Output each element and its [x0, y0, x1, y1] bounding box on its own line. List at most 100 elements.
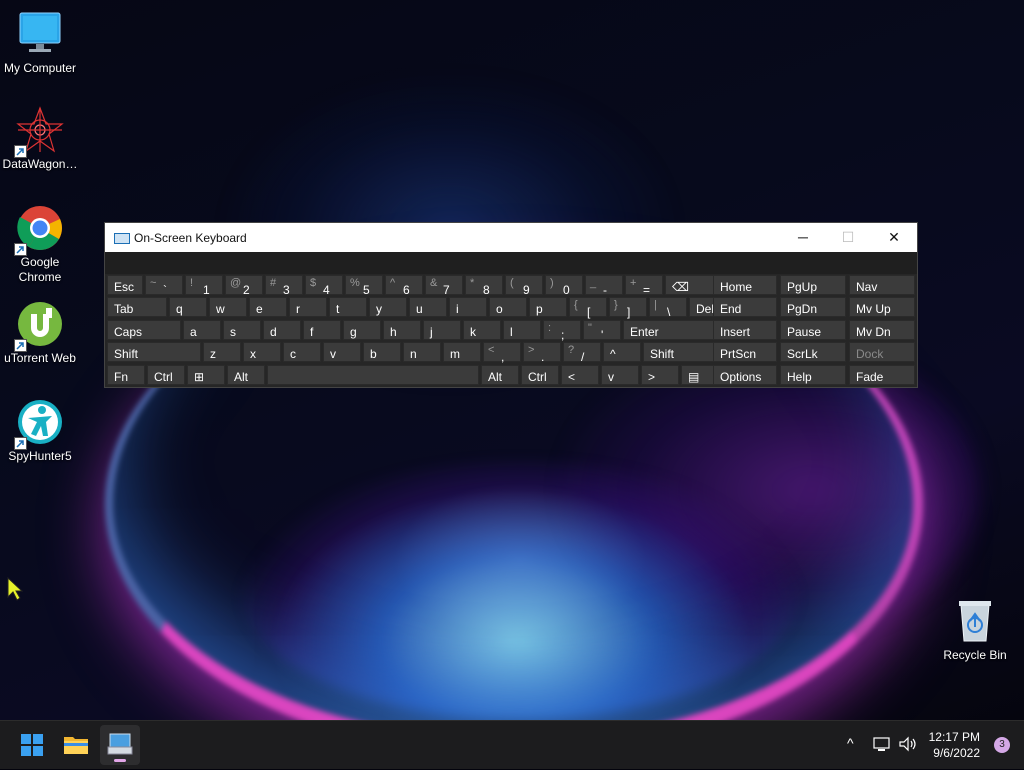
start-button[interactable] — [12, 725, 52, 765]
key-symbol[interactable]: ⊞ — [187, 364, 225, 385]
key-9[interactable]: (9 — [505, 275, 543, 297]
key-=[interactable]: + = — [625, 275, 663, 297]
key-v[interactable]: v — [601, 364, 639, 385]
key-options[interactable]: Options — [713, 364, 777, 385]
key-v[interactable]: v — [323, 342, 361, 363]
key-main-label: [ — [587, 305, 591, 320]
key-b[interactable]: b — [363, 342, 401, 363]
key-label: a — [190, 324, 197, 339]
key-s[interactable]: s — [223, 319, 261, 340]
osk-taskbar-button[interactable] — [100, 725, 140, 765]
key-space[interactable] — [267, 364, 479, 385]
key-symbol[interactable]: < — [561, 364, 599, 385]
key-l[interactable]: l — [503, 319, 541, 340]
key-2[interactable]: @2 — [225, 275, 263, 297]
key-6[interactable]: ^ 6 — [385, 275, 423, 297]
key-scrlk[interactable]: ScrLk — [780, 342, 846, 363]
desktop-icon-utorrent-web[interactable]: uTorrent Web — [0, 300, 80, 366]
key-4[interactable]: $4 — [305, 275, 343, 297]
key-symbol[interactable]: > — [641, 364, 679, 385]
key-n[interactable]: n — [403, 342, 441, 363]
key-enter[interactable]: Enter — [623, 319, 727, 340]
close-button[interactable]: ✕ — [871, 223, 917, 252]
key-][interactable]: }] — [609, 297, 647, 319]
on-screen-keyboard-window[interactable]: On-Screen Keyboard ─ ☐ ✕ Esc ~ `! 1 @2 #3 $4% 5… — [104, 222, 918, 388]
key-a[interactable]: a — [183, 319, 221, 340]
key-,[interactable]: <, — [483, 342, 521, 364]
key-nav[interactable]: Nav — [849, 275, 915, 295]
key-shift[interactable]: Shift — [107, 342, 201, 363]
key-k[interactable]: k — [463, 319, 501, 340]
desktop-icon-google-chrome[interactable]: Google Chrome — [0, 204, 80, 285]
key-0[interactable]: ) 0 — [545, 275, 583, 297]
window-titlebar[interactable]: On-Screen Keyboard ─ ☐ ✕ — [105, 223, 917, 252]
key-g[interactable]: g — [343, 319, 381, 340]
key-mv-dn[interactable]: Mv Dn — [849, 319, 915, 340]
key--[interactable]: _ - — [585, 275, 623, 297]
key-[[interactable]: {[ — [569, 297, 607, 320]
key-3[interactable]: #3 — [265, 275, 303, 297]
key-backslash[interactable]: | \ — [649, 297, 687, 319]
key-pgdn[interactable]: PgDn — [780, 297, 846, 318]
key-r[interactable]: r — [289, 297, 327, 318]
key-c[interactable]: c — [283, 342, 321, 363]
key-.[interactable]: >. — [523, 342, 561, 364]
desktop-icon-recycle-bin[interactable]: Recycle Bin — [935, 597, 1015, 663]
key-pause[interactable]: Pause — [780, 319, 846, 340]
key-z[interactable]: z — [203, 342, 241, 363]
network-icon[interactable] — [872, 735, 892, 753]
key-x[interactable]: x — [243, 342, 281, 363]
minimize-button[interactable]: ─ — [780, 223, 826, 252]
clock[interactable]: 12:17 PM 9/6/2022 — [929, 729, 980, 761]
desktop-icon-my-computer[interactable]: My Computer — [0, 10, 80, 76]
file-explorer-button[interactable] — [56, 725, 96, 765]
key-prtscn[interactable]: PrtScn — [713, 342, 777, 363]
desktop-icon-label: SpyHunter5 — [8, 449, 72, 463]
key-/[interactable]: ? / — [563, 342, 601, 364]
key-fade[interactable]: Fade — [849, 364, 915, 385]
key-m[interactable]: m — [443, 342, 481, 363]
desktop-icon-spyhunter5[interactable]: SpyHunter5 — [0, 398, 80, 464]
key-symbol[interactable]: ^ — [603, 342, 641, 363]
key-t[interactable]: t — [329, 297, 367, 318]
key-p[interactable]: p — [529, 297, 567, 318]
key-o[interactable]: o — [489, 297, 527, 318]
key-d[interactable]: d — [263, 319, 301, 340]
key-`[interactable]: ~ ` — [145, 275, 183, 297]
volume-icon[interactable] — [898, 735, 918, 753]
key-;[interactable]: :; — [543, 319, 581, 342]
key-1[interactable]: ! 1 — [185, 275, 223, 297]
key-help[interactable]: Help — [780, 364, 846, 385]
key-dock[interactable]: Dock — [849, 342, 915, 363]
desktop-icon-datawagon[interactable]: DataWagon… — [0, 106, 80, 172]
notification-badge[interactable]: 3 — [994, 737, 1010, 753]
key-fn[interactable]: Fn — [107, 364, 145, 385]
key-7[interactable]: & 7 — [425, 275, 463, 297]
key-y[interactable]: y — [369, 297, 407, 318]
maximize-button[interactable]: ☐ — [825, 223, 871, 252]
key-f[interactable]: f — [303, 319, 341, 340]
key-ctrl[interactable]: Ctrl — [147, 364, 185, 385]
key-ctrl[interactable]: Ctrl — [521, 364, 559, 385]
key-tab[interactable]: Tab — [107, 297, 167, 318]
key-j[interactable]: j — [423, 319, 461, 340]
key-5[interactable]: % 5 — [345, 275, 383, 297]
key-insert[interactable]: Insert — [713, 319, 777, 340]
key-caps[interactable]: Caps — [107, 319, 181, 340]
key-end[interactable]: End — [713, 297, 777, 318]
key-alt[interactable]: Alt — [227, 364, 265, 385]
key-e[interactable]: e — [249, 297, 287, 318]
key-q[interactable]: q — [169, 297, 207, 318]
key-esc[interactable]: Esc — [107, 275, 143, 295]
key-alt[interactable]: Alt — [481, 364, 519, 385]
key-h[interactable]: h — [383, 319, 421, 340]
key-i[interactable]: i — [449, 297, 487, 318]
key-w[interactable]: w — [209, 297, 247, 318]
key-mv-up[interactable]: Mv Up — [849, 297, 915, 318]
key-'[interactable]: " ' — [583, 319, 621, 342]
key-home[interactable]: Home — [713, 275, 777, 295]
key-u[interactable]: u — [409, 297, 447, 318]
show-hidden-icons-button[interactable]: ^ — [847, 735, 854, 751]
key-8[interactable]: * 8 — [465, 275, 503, 297]
key-pgup[interactable]: PgUp — [780, 275, 846, 295]
